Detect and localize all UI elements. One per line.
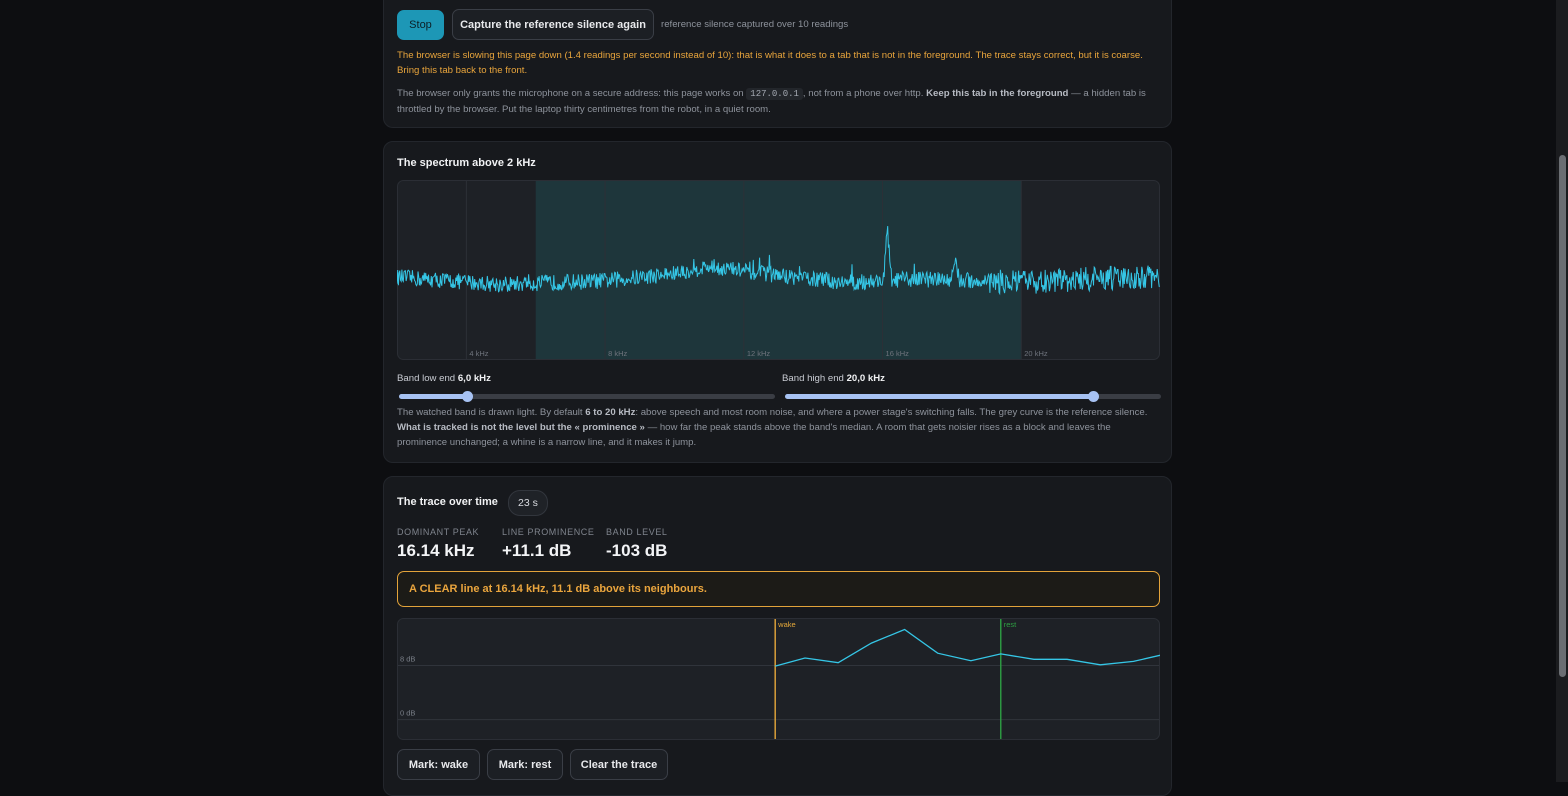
band-high-label: Band high end 20,0 kHz [782,373,885,384]
trace-card: The trace over time 23 s DOMINANT PEAK 1… [383,476,1172,796]
db-gridline-label: 0 dB [400,709,415,718]
band-low-slider[interactable] [399,391,775,402]
band-high-slider[interactable] [785,391,1161,402]
frequency-tick-label: 8 kHz [608,349,627,358]
band-high-slider-fill [785,394,1093,399]
trace-plot-frame [397,618,1160,740]
band-high-label-text: Band high end [782,373,847,384]
detection-alert: A CLEAR line at 16.14 kHz, 11.1 dB above… [397,571,1160,607]
marker-rest-label: rest [1004,620,1017,629]
stat-label: LINE PROMINENCE [502,527,595,537]
microphone-note: The browser only grants the microphone o… [397,86,1167,117]
mark-rest-button[interactable]: Mark: rest [487,749,563,780]
page-scrollbar-thumb[interactable] [1559,155,1566,677]
note-text-2: , not from a phone over http. [802,88,927,99]
desc-text-1: The watched band is drawn light. By defa… [397,407,586,418]
marker-wake-label: wake [777,620,796,629]
desc-emphasis-1: 6 to 20 kHz [585,407,636,418]
note-emphasis: Keep this tab in the foreground [926,88,1069,99]
stat-value: +11.1 dB [502,541,572,560]
frequency-tick-label: 4 kHz [469,349,488,358]
band-low-value: 6,0 kHz [457,373,491,384]
stat-band-level: BAND LEVEL -103 dB [606,527,668,561]
trace-chart: 8 dB 0 dB wake rest [397,618,1160,740]
watched-band-region [535,181,1022,359]
frequency-tick-label: 16 kHz [886,349,910,358]
band-high-value: 20,0 kHz [846,373,885,384]
spectrum-title: The spectrum above 2 kHz [397,157,536,169]
throttle-warning: The browser is slowing this page down (1… [397,50,1143,76]
band-high-slider-thumb[interactable] [1087,391,1099,402]
stat-label: BAND LEVEL [606,527,668,537]
band-description: The watched band is drawn light. By defa… [397,405,1157,450]
capture-reference-button[interactable]: Capture the reference silence again [452,9,654,40]
desc-emphasis-2: What is tracked is not the level but the… [397,422,645,433]
stat-label: DOMINANT PEAK [397,527,480,537]
band-low-slider-thumb[interactable] [462,391,474,402]
spectrum-chart: 4 kHz 8 kHz 12 kHz 16 kHz 20 kHz [397,180,1160,360]
reference-status: reference silence captured over 10 readi… [661,19,849,30]
spectrum-card: The spectrum above 2 kHz 4 kHz 8 kHz 12 kH… [383,141,1172,463]
trace-title: The trace over time [397,496,498,508]
db-gridline-label: 8 dB [400,654,415,663]
stat-value: 16.14 kHz [397,541,475,560]
detection-alert-text: A CLEAR line at 16.14 kHz, 11.1 dB above… [409,583,707,595]
secure-address-code: 127.0.0.1 [746,88,803,100]
stat-dominant-peak: DOMINANT PEAK 16.14 kHz [397,527,479,561]
controls-card: Stop Capture the reference silence again… [383,0,1172,128]
frequency-tick-label: 20 kHz [1024,349,1048,358]
clear-trace-button[interactable]: Clear the trace [570,749,668,780]
desc-text-2: : above speech and most room noise, and … [635,407,1148,418]
note-text-1: The browser only grants the microphone o… [397,88,747,99]
duration-badge: 23 s [508,490,548,516]
band-low-label: Band low end 6,0 kHz [397,373,491,384]
band-low-label-text: Band low end [397,373,458,384]
stat-value: -103 dB [606,541,668,560]
band-low-slider-fill [399,394,468,399]
stat-line-prominence: LINE PROMINENCE +11.1 dB [502,527,595,561]
mark-wake-button[interactable]: Mark: wake [397,749,480,780]
page-scrollbar[interactable] [1556,0,1568,782]
frequency-tick-label: 12 kHz [747,349,771,358]
stop-button[interactable]: Stop [397,10,444,40]
